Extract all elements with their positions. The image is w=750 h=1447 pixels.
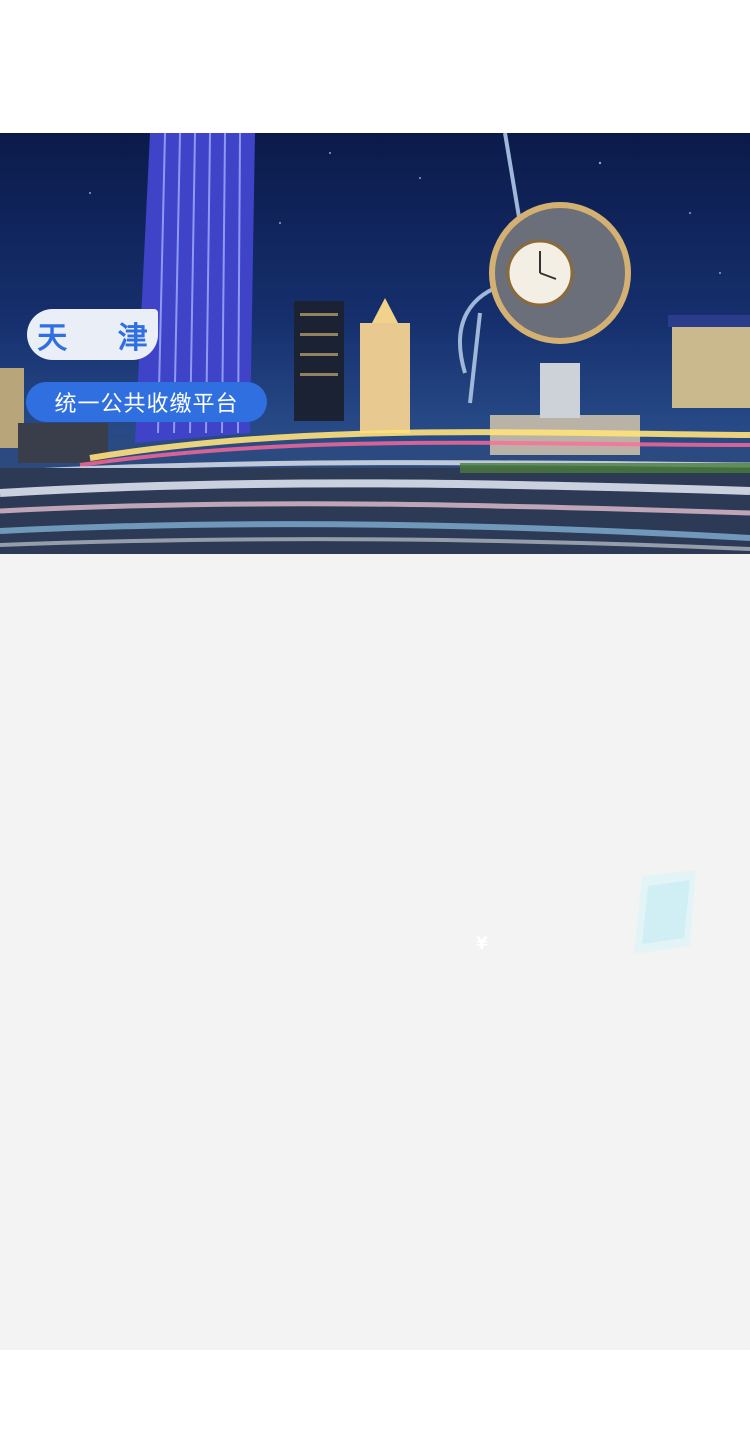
translucent-3d-shape-icon bbox=[634, 870, 696, 954]
platform-label: 统一公共收缴平台 bbox=[54, 392, 239, 417]
header-spacer bbox=[0, 0, 750, 133]
city-badge: 天 津 bbox=[27, 309, 158, 360]
platform-badge: 统一公共收缴平台 bbox=[26, 382, 267, 422]
hero-banner: 天 津 统一公共收缴平台 bbox=[0, 133, 750, 554]
footer-spacer bbox=[0, 1350, 750, 1447]
yen-icon: ¥ bbox=[476, 934, 488, 954]
city-label: 天 津 bbox=[37, 320, 168, 356]
page: 天 津 统一公共收缴平台 ¥ bbox=[0, 0, 750, 1447]
